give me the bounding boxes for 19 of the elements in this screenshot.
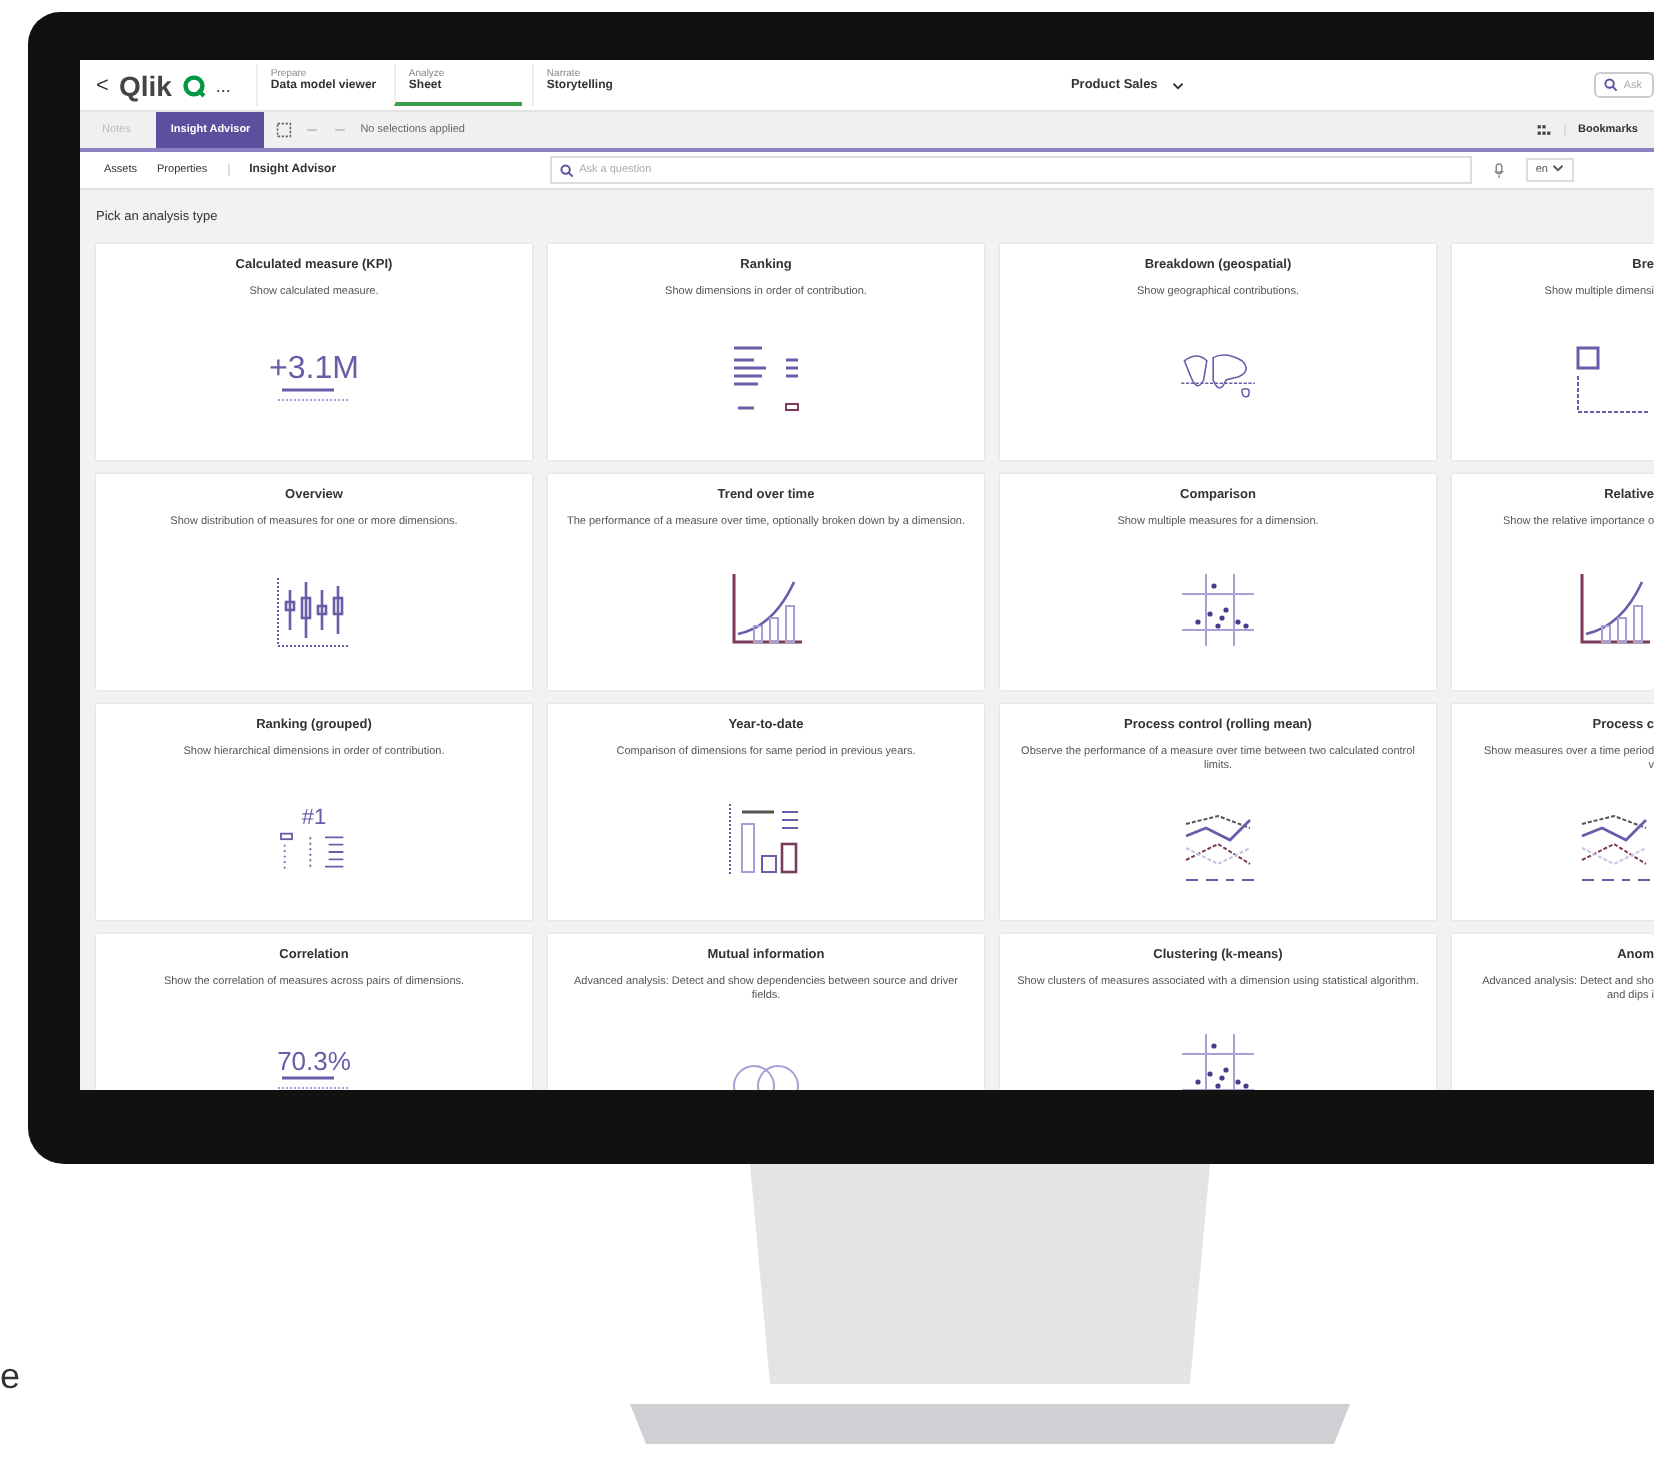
figure-value: +3.1M — [269, 354, 359, 387]
logo-icon — [181, 73, 206, 97]
grid-icon[interactable] — [1536, 122, 1553, 138]
figure-value: #1 — [301, 807, 327, 830]
scatter-plot-icon — [1178, 570, 1258, 651]
logo-text: Qlik — [118, 69, 172, 101]
search-icon — [559, 163, 574, 177]
more-button[interactable]: ... — [215, 75, 231, 95]
side-text: e — [0, 1356, 21, 1398]
microphone-icon[interactable] — [1491, 161, 1506, 179]
chevron-down-icon — [1171, 81, 1184, 89]
baseline-icon — [274, 1073, 354, 1090]
chevron-down-icon — [1552, 164, 1564, 172]
scatter-plot-icon — [1178, 1030, 1258, 1090]
search-icon — [1603, 78, 1618, 92]
figure-value: 70.3% — [277, 1047, 351, 1074]
baseline-icon — [273, 386, 354, 407]
back-button[interactable]: < — [96, 73, 109, 97]
selection-tool-icon — [276, 122, 293, 138]
